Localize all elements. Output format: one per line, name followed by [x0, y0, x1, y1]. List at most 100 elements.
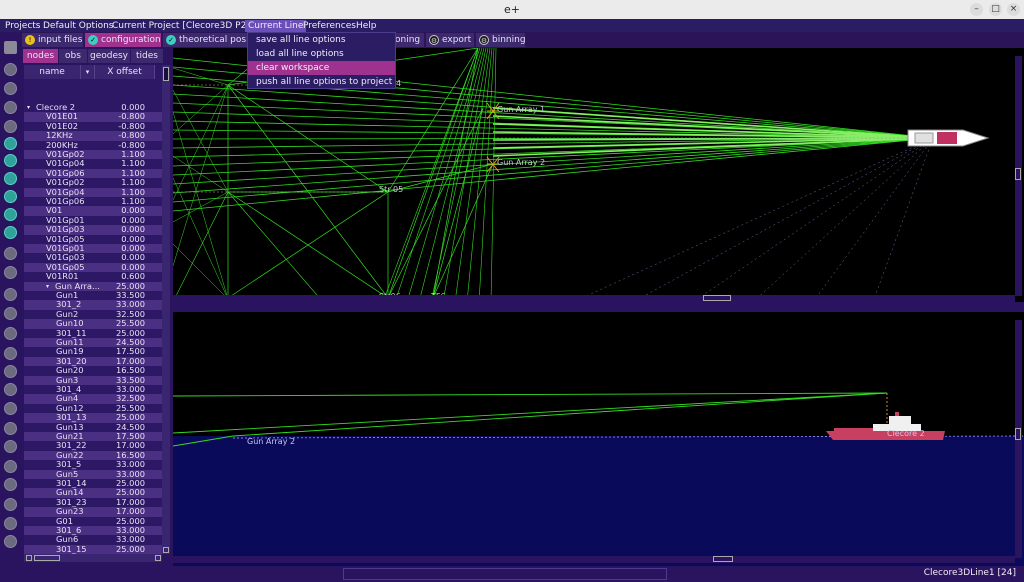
scroll-thumb-h[interactable] [34, 555, 60, 561]
subtab-tides[interactable]: tides [131, 49, 163, 63]
status-bar: Clecore3DLine1 [24] [0, 566, 1024, 582]
profile-vertical-scrollbar[interactable] [1015, 320, 1022, 558]
tool-icon-25[interactable] [4, 517, 17, 530]
gear-icon: ⚙ [479, 35, 489, 45]
status-text: Clecore3DLine1 [24] [923, 568, 1016, 578]
maximize-icon[interactable]: □ [989, 3, 1002, 16]
tab-configuration[interactable]: ✓ configuration [85, 33, 161, 47]
tool-icon-15[interactable] [4, 327, 17, 340]
plan-dotted-ray [752, 137, 934, 302]
window-titlebar: e+ – □ × [0, 0, 1024, 19]
plan-dotted-ray [812, 137, 934, 302]
tab-binning[interactable]: ⚙ binning [476, 33, 525, 47]
tool-icon-26[interactable] [4, 535, 17, 548]
vessel-label: Clecore 2 [887, 429, 925, 438]
tool-icon-20[interactable] [4, 422, 17, 435]
menubar: Projects Default Options Current Project… [0, 19, 1024, 32]
scroll-thumb-h[interactable] [713, 556, 733, 562]
subtab-geodesy[interactable]: geodesy [88, 49, 130, 63]
network-icon[interactable] [4, 208, 17, 221]
check-icon: ✓ [166, 35, 176, 45]
left-toolbar [0, 32, 21, 582]
expand-icon[interactable]: ▾ [46, 282, 49, 291]
tool-icon-14[interactable] [4, 307, 17, 320]
tab-configuration-label: configuration [101, 35, 161, 45]
close-icon[interactable]: × [1007, 3, 1020, 16]
tool-icon-1[interactable] [4, 63, 17, 76]
scroll-right-icon[interactable] [155, 555, 161, 561]
tool-icon-18[interactable] [4, 383, 17, 396]
window-title: e+ [504, 3, 520, 16]
tool-icon-24[interactable] [4, 498, 17, 511]
menu-current-project[interactable]: Current Project [Clecore3D P2/94] [109, 20, 267, 32]
col-header-name[interactable]: name [24, 65, 81, 79]
profile-horizontal-scrollbar[interactable] [173, 556, 1015, 563]
tool-icon-5[interactable] [4, 137, 17, 150]
tool-icon-23[interactable] [4, 478, 17, 491]
tree-horizontal-scrollbar[interactable] [24, 554, 162, 562]
vessel-topview [907, 129, 990, 147]
menu-push-all-line-options[interactable]: push all line options to project [248, 75, 395, 89]
gun-array-2-profile-label: Gun Array 2 [247, 437, 295, 446]
minimize-icon[interactable]: – [970, 3, 983, 16]
menu-preferences[interactable]: Preferences [300, 20, 359, 32]
xyz-icon[interactable] [4, 154, 17, 167]
check-icon: ✓ [88, 35, 98, 45]
sort-arrow-icon[interactable]: ▾ [81, 65, 95, 79]
tab-theoretical-positioning[interactable]: ✓ theoretical positio [163, 33, 247, 47]
subtab-obs[interactable]: obs [59, 49, 87, 63]
expand-icon[interactable]: ▾ [27, 103, 30, 112]
subtab-nodes[interactable]: nodes [23, 49, 58, 63]
plan-vertical-scrollbar[interactable] [1015, 56, 1022, 296]
plan-dotted-ray [692, 137, 934, 302]
scroll-thumb[interactable] [163, 67, 169, 81]
menu-clear-workspace[interactable]: clear workspace [248, 61, 395, 75]
menu-projects[interactable]: Projects [2, 20, 43, 32]
tool-icon-11[interactable] [4, 247, 17, 260]
menu-save-all-line-options[interactable]: save all line options [248, 33, 395, 47]
tool-icon-13[interactable] [4, 288, 17, 301]
profile-view[interactable]: Clecore 2 Gun Array 2 [173, 312, 1024, 567]
tool-icon-3[interactable] [4, 101, 17, 114]
tool-icon-19[interactable] [4, 402, 17, 415]
plan-dotted-ray [872, 137, 934, 302]
plan-line [227, 191, 324, 302]
col-header-x-offset[interactable]: X offset [95, 65, 155, 79]
menu-help[interactable]: Help [353, 20, 380, 32]
plan-horizontal-scrollbar[interactable] [173, 295, 1015, 302]
plan-line [173, 84, 229, 201]
share-icon[interactable] [4, 190, 17, 203]
home-icon[interactable] [4, 41, 17, 54]
scroll-thumb[interactable] [1015, 168, 1021, 180]
view-splitter[interactable] [173, 302, 1024, 312]
search-icon[interactable] [4, 226, 17, 239]
plan-line [173, 111, 229, 300]
progress-area [343, 568, 667, 580]
menu-load-all-line-options[interactable]: load all line options [248, 47, 395, 61]
tab-input-files-label: input files [38, 35, 83, 45]
tool-icon-17[interactable] [4, 365, 17, 378]
tab-theoretical-label: theoretical positio [179, 35, 247, 45]
tab-positioning-label: oning [395, 35, 421, 45]
plan-line [418, 48, 485, 302]
tree-vertical-scrollbar[interactable] [162, 65, 170, 554]
streamer-04-label: 4 [396, 79, 401, 88]
menu-current-line[interactable]: Current Line [245, 20, 307, 32]
tool-icon-22[interactable] [4, 460, 17, 473]
tab-input-files[interactable]: ! input files [22, 33, 83, 47]
tool-icon-21[interactable] [4, 440, 17, 453]
scroll-left-icon[interactable] [26, 555, 32, 561]
scroll-thumb[interactable] [1015, 428, 1021, 440]
tool-icon-7[interactable] [4, 172, 17, 185]
tab-export[interactable]: ⚙ export [426, 33, 474, 47]
node-tree[interactable]: name ▾ X offset ▾ Clecore 2 0.000 V01E01 -0.… [24, 65, 162, 554]
tool-icon-12[interactable] [4, 266, 17, 279]
tool-icon-2[interactable] [4, 82, 17, 95]
tool-icon-16[interactable] [4, 347, 17, 360]
profile-view-canvas[interactable]: Clecore 2 Gun Array 2 [173, 312, 1024, 567]
warning-icon: ! [25, 35, 35, 45]
menu-default-options[interactable]: Default Options [40, 20, 116, 32]
scroll-thumb-h[interactable] [703, 295, 731, 301]
tool-icon-4[interactable] [4, 120, 17, 133]
scroll-down-icon[interactable] [163, 547, 169, 553]
